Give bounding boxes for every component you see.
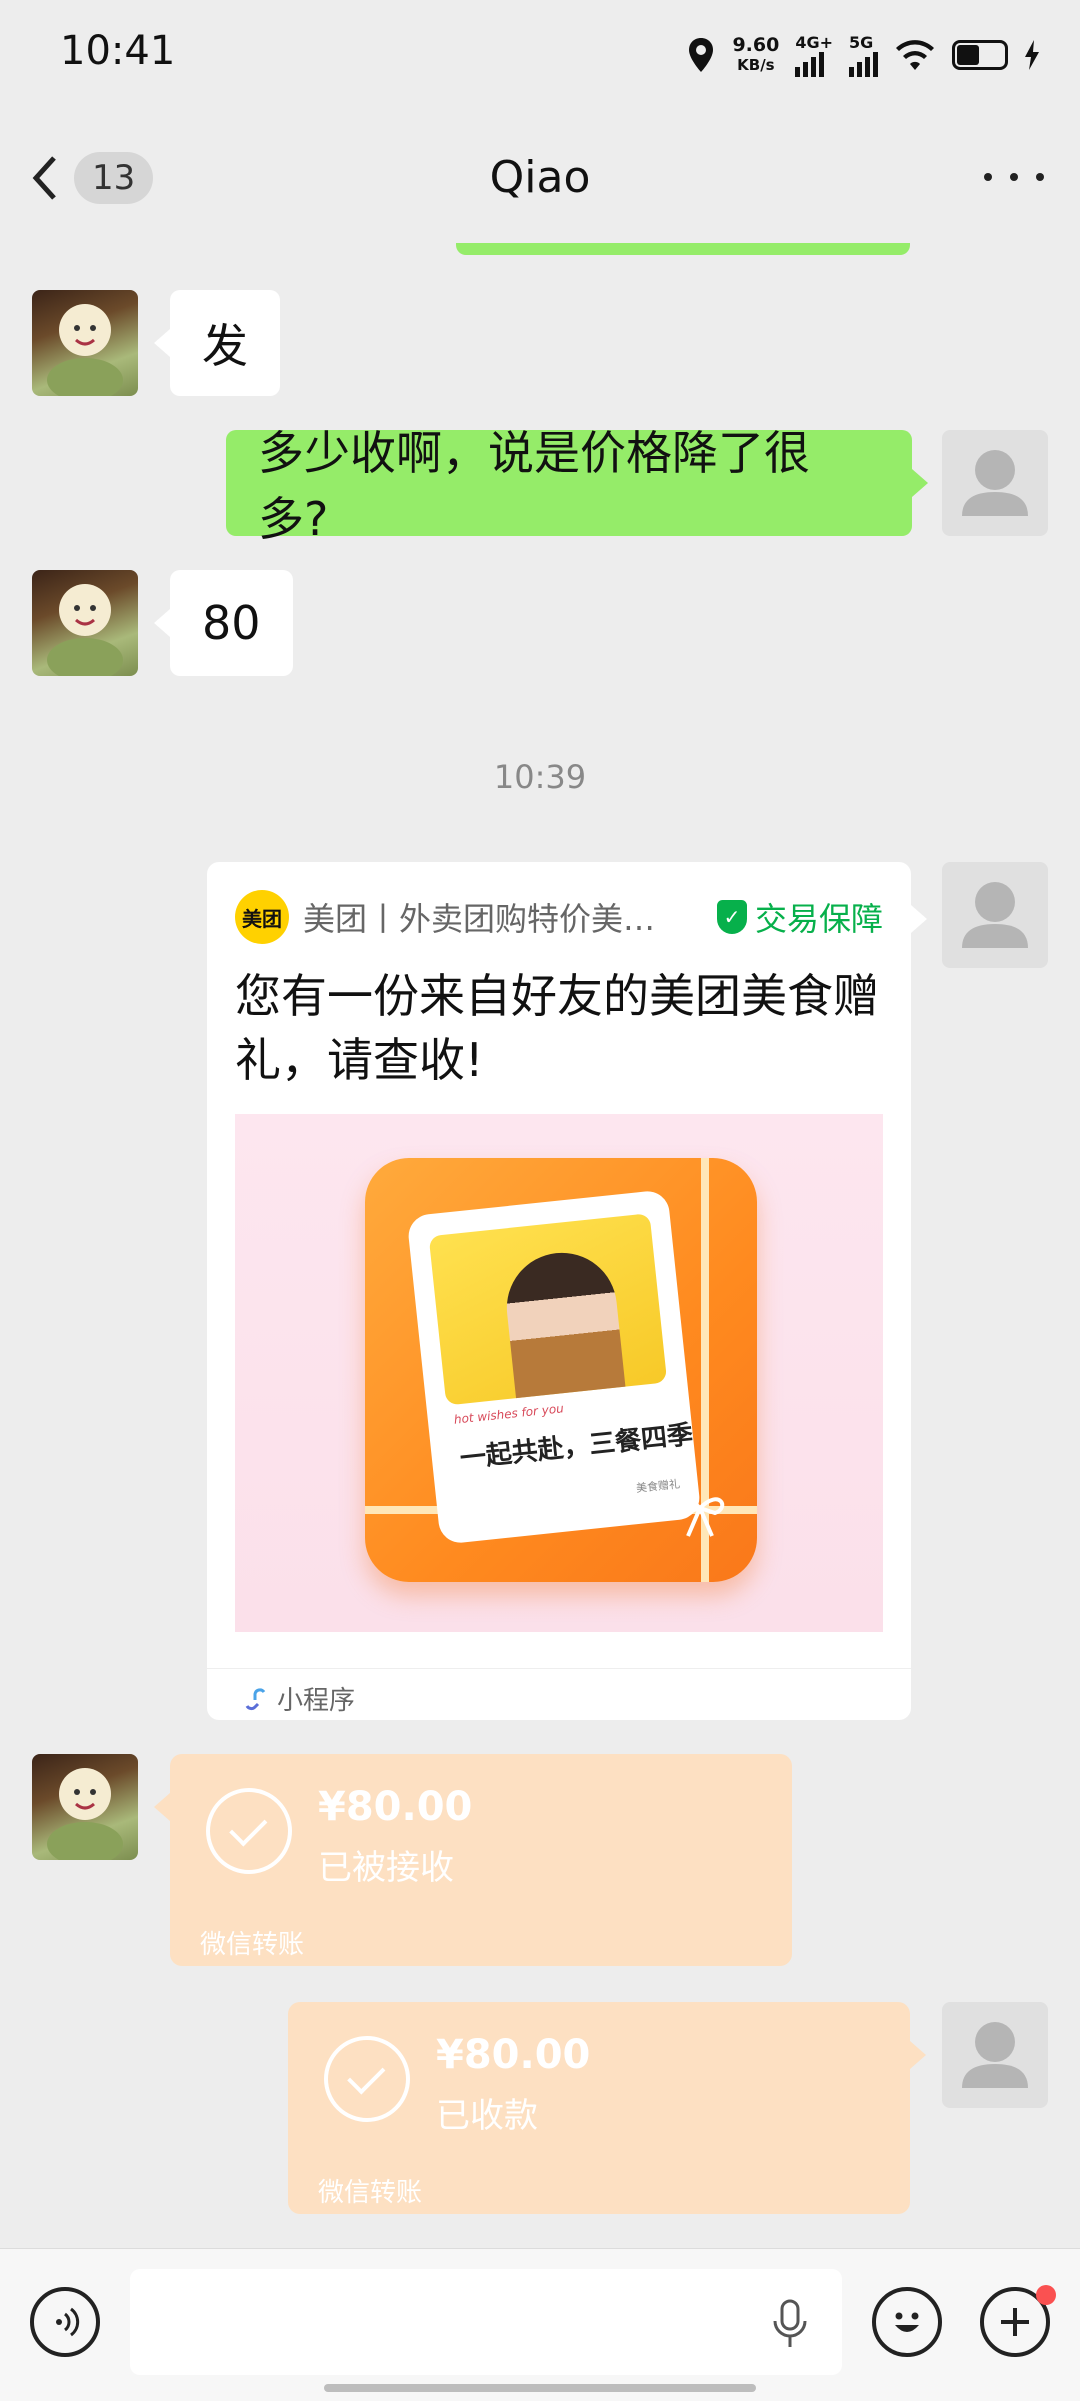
meituan-logo: 美团 bbox=[235, 890, 289, 944]
divider bbox=[207, 1668, 911, 1669]
net-speed-value: 9.60 bbox=[732, 34, 780, 56]
transfer-label: 微信转账 bbox=[200, 1930, 305, 1960]
more-icon bbox=[984, 173, 992, 181]
emoji-icon bbox=[895, 2312, 919, 2332]
gift-card-small-text: hot wishes for you bbox=[453, 1401, 565, 1427]
more-button[interactable] bbox=[984, 162, 1044, 192]
link-icon bbox=[245, 1687, 266, 1710]
status-time: 10:41 bbox=[60, 28, 176, 74]
message-bubble-received[interactable]: 发 bbox=[170, 290, 280, 396]
input-bar bbox=[0, 2248, 1080, 2401]
mini-program-footer: 小程序 bbox=[243, 1680, 355, 1717]
gift-card-graphic: hot wishes for you 一起共赴，三餐四季 美食赠礼 bbox=[406, 1189, 702, 1545]
self-avatar[interactable] bbox=[942, 862, 1048, 968]
bubble-tail bbox=[912, 469, 928, 497]
transfer-status: 已被接收 bbox=[318, 1848, 454, 1888]
location-icon bbox=[689, 38, 714, 72]
mini-program-title: 您有一份来自好友的美团美食赠礼，请查收! bbox=[235, 969, 879, 1087]
signal-4g-label: 4G+ bbox=[795, 33, 833, 52]
check-icon bbox=[324, 2036, 410, 2122]
status-bar: 10:41 9.60 KB/s 4G+ 5G bbox=[0, 0, 1080, 112]
bubble-tail bbox=[154, 609, 170, 637]
mini-program-source: 美团丨外卖团购特价美食… bbox=[303, 900, 683, 938]
transfer-card-received[interactable]: ¥80.00 已被接收 微信转账 bbox=[170, 1754, 792, 1966]
default-avatar-icon bbox=[962, 2022, 1028, 2088]
mic-icon[interactable] bbox=[770, 2299, 810, 2349]
wifi-icon bbox=[896, 40, 934, 70]
transfer-amount: ¥80.00 bbox=[318, 1784, 473, 1830]
message-bubble-received[interactable]: 80 bbox=[170, 570, 293, 676]
plus-icon bbox=[1001, 2308, 1029, 2336]
default-avatar-icon bbox=[962, 882, 1028, 948]
voice-icon bbox=[56, 2307, 80, 2337]
bubble-tail bbox=[910, 2041, 926, 2069]
charging-icon bbox=[1025, 40, 1039, 70]
transfer-status: 已收款 bbox=[436, 2096, 538, 2136]
voice-button[interactable] bbox=[30, 2287, 100, 2357]
emoji-button[interactable] bbox=[872, 2287, 942, 2357]
friend-avatar[interactable] bbox=[32, 1754, 138, 1860]
friend-avatar-image bbox=[47, 584, 123, 676]
transfer-card-sent[interactable]: ¥80.00 已收款 微信转账 bbox=[288, 2002, 910, 2214]
ribbon-bow-icon bbox=[675, 1497, 725, 1537]
trade-guarantee: ✓ 交易保障 bbox=[716, 894, 883, 940]
notification-dot bbox=[1036, 2285, 1056, 2305]
friend-avatar[interactable] bbox=[32, 570, 138, 676]
gift-photo bbox=[428, 1213, 668, 1406]
signal-4g: 4G+ bbox=[795, 33, 833, 77]
default-avatar-icon bbox=[962, 450, 1028, 516]
self-avatar[interactable] bbox=[942, 430, 1048, 536]
status-icons: 9.60 KB/s 4G+ 5G bbox=[686, 30, 1040, 80]
transfer-label: 微信转账 bbox=[318, 2178, 423, 2208]
message-bubble-sent[interactable]: 多少收啊，说是价格降了很多? bbox=[226, 426, 912, 546]
friend-avatar-image bbox=[47, 304, 123, 396]
net-speed-unit: KB/s bbox=[737, 56, 775, 74]
friend-avatar-image bbox=[47, 1768, 123, 1860]
friend-avatar[interactable] bbox=[32, 290, 138, 396]
previous-message-bubble[interactable] bbox=[456, 243, 910, 255]
mini-program-label: 小程序 bbox=[277, 1686, 356, 1716]
gift-card-slogan: 一起共赴，三餐四季 bbox=[458, 1419, 695, 1475]
trade-guarantee-label: 交易保障 bbox=[754, 900, 883, 938]
battery-icon bbox=[952, 40, 1008, 70]
shield-icon: ✓ bbox=[716, 900, 747, 934]
bubble-tail bbox=[911, 905, 927, 933]
check-icon bbox=[206, 1788, 292, 1874]
self-avatar[interactable] bbox=[942, 2002, 1048, 2108]
bubble-tail bbox=[154, 1793, 170, 1821]
net-speed: 9.60 KB/s bbox=[732, 35, 779, 75]
message-timestamp: 10:39 bbox=[493, 758, 587, 796]
signal-5g-label: 5G bbox=[849, 33, 874, 52]
mini-program-card[interactable]: 美团 美团丨外卖团购特价美食… ✓ 交易保障 您有一份来自好友的美团美食赠礼，请… bbox=[207, 862, 911, 1720]
chat-header: 13 Qiao bbox=[0, 112, 1080, 242]
signal-5g: 5G bbox=[849, 33, 878, 77]
bubble-tail bbox=[154, 329, 170, 357]
chat-title: Qiao bbox=[489, 152, 591, 203]
transfer-amount: ¥80.00 bbox=[436, 2032, 591, 2078]
gift-box-graphic: hot wishes for you 一起共赴，三餐四季 美食赠礼 bbox=[365, 1158, 757, 1582]
message-input[interactable] bbox=[130, 2269, 842, 2375]
home-indicator[interactable] bbox=[324, 2384, 756, 2392]
gift-image: hot wishes for you 一起共赴，三餐四季 美食赠礼 bbox=[235, 1114, 883, 1632]
